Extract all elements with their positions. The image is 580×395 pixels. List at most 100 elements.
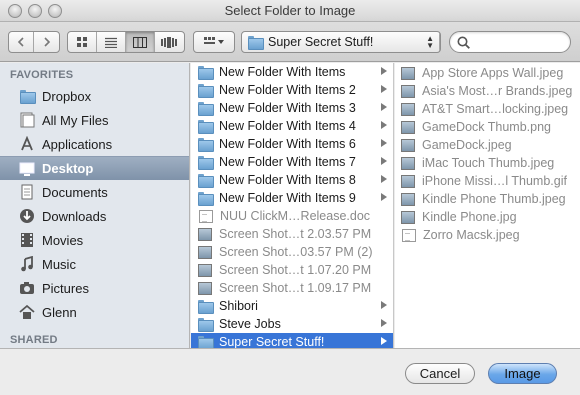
search-icon xyxy=(457,36,470,49)
sidebar-item-label: Glenn xyxy=(42,304,77,320)
coverflow-view-button[interactable] xyxy=(155,32,184,52)
file-name: New Folder With Items 6 xyxy=(219,137,356,151)
back-button[interactable] xyxy=(9,32,35,52)
disclosure-arrow-icon xyxy=(381,175,387,183)
select-folder-dialog: Select Folder to Image Super Secret Stuf… xyxy=(0,0,580,395)
sidebar-item-documents[interactable]: Documents xyxy=(0,180,189,204)
arrange-menu-button[interactable] xyxy=(193,31,235,53)
back-forward-control xyxy=(8,31,60,53)
file-name: iPhone Missi…l Thumb.gif xyxy=(422,174,567,188)
icon-view-button[interactable] xyxy=(68,32,97,52)
window-title: Select Folder to Image xyxy=(224,3,356,18)
file-name: AT&T Smart…locking.jpeg xyxy=(422,102,569,116)
image-file-icon xyxy=(198,245,212,259)
file-name: Super Secret Stuff! xyxy=(219,335,325,348)
image-file-icon xyxy=(401,210,415,224)
file-row: NUU ClickM…Release.doc xyxy=(191,207,393,225)
sidebar-item-downloads[interactable]: Downloads xyxy=(0,204,189,228)
sidebar-item-label: All My Files xyxy=(42,112,109,128)
path-popup[interactable]: Super Secret Stuff! ▲ ▼ xyxy=(241,31,441,53)
icon-view-icon xyxy=(77,37,87,47)
file-name: App Store Apps Wall.jpeg xyxy=(422,66,564,80)
downloads-icon xyxy=(18,207,36,225)
file-row[interactable]: New Folder With Items 8 xyxy=(191,171,393,189)
folder-icon xyxy=(198,335,214,348)
pictures-icon xyxy=(18,279,36,297)
arrange-grid-icon xyxy=(204,37,224,44)
image-button[interactable]: Image xyxy=(488,363,557,384)
list-view-icon xyxy=(105,37,117,48)
disclosure-arrow-icon xyxy=(381,157,387,165)
file-name: New Folder With Items 3 xyxy=(219,101,356,115)
file-name: New Folder With Items 4 xyxy=(219,119,356,133)
file-name: GameDock Thumb.png xyxy=(422,120,551,134)
search-field[interactable] xyxy=(449,31,571,53)
disclosure-arrow-icon xyxy=(381,103,387,111)
file-name: New Folder With Items xyxy=(219,65,346,79)
updown-chevron-icon: ▲ ▼ xyxy=(426,34,434,50)
file-row: iPhone Missi…l Thumb.gif xyxy=(395,172,580,190)
sidebar-item-applications[interactable]: Applications xyxy=(0,132,189,156)
file-row: Zorro Macsk.jpeg xyxy=(395,226,580,244)
column-view-icon xyxy=(133,36,147,48)
file-name: New Folder With Items 7 xyxy=(219,155,356,169)
file-name: iMac Touch Thumb.jpeg xyxy=(422,156,555,170)
image-file-icon xyxy=(198,263,212,277)
folder-icon xyxy=(198,299,214,314)
title-bar: Select Folder to Image xyxy=(0,0,580,22)
desktop-icon xyxy=(18,160,36,178)
file-row[interactable]: New Folder With Items xyxy=(191,63,393,81)
file-row: GameDock.jpeg xyxy=(395,136,580,154)
sidebar-item-all-my-files[interactable]: All My Files xyxy=(0,108,189,132)
sidebar-item-music[interactable]: Music xyxy=(0,252,189,276)
file-name: Screen Shot…t 2.03.57 PM xyxy=(219,227,372,241)
file-name: Shibori xyxy=(219,299,258,313)
file-row[interactable]: New Folder With Items 9 xyxy=(191,189,393,207)
file-row: AT&T Smart…locking.jpeg xyxy=(395,100,580,118)
folder-icon xyxy=(198,191,214,206)
sidebar-item-dropbox[interactable]: Dropbox xyxy=(0,84,189,108)
shared-header: SHARED xyxy=(10,334,58,346)
sidebar-item-label: Documents xyxy=(42,184,108,200)
all-files-icon xyxy=(18,111,36,129)
file-row: App Store Apps Wall.jpeg xyxy=(395,64,580,82)
column-view-button[interactable] xyxy=(126,32,155,52)
image-file-icon xyxy=(198,227,212,241)
file-row: Screen Shot…t 1.09.17 PM xyxy=(191,279,393,297)
home-icon xyxy=(18,303,36,321)
cancel-button[interactable]: Cancel xyxy=(405,363,475,384)
disclosure-arrow-icon xyxy=(381,85,387,93)
sidebar-item-glenn[interactable]: Glenn xyxy=(0,300,189,324)
document-icon xyxy=(402,228,416,242)
folder-icon xyxy=(198,317,214,332)
disclosure-arrow-icon xyxy=(381,301,387,309)
file-row[interactable]: Shibori xyxy=(191,297,393,315)
image-file-icon xyxy=(401,192,415,206)
sidebar-item-pictures[interactable]: Pictures xyxy=(0,276,189,300)
image-file-icon xyxy=(401,120,415,134)
back-arrow-icon xyxy=(17,37,24,47)
image-file-icon xyxy=(401,84,415,98)
file-row: Screen Shot…03.57 PM (2) xyxy=(191,243,393,261)
toolbar: Super Secret Stuff! ▲ ▼ xyxy=(0,22,580,62)
list-view-button[interactable] xyxy=(97,32,126,52)
view-mode-control xyxy=(67,31,185,53)
forward-button[interactable] xyxy=(34,32,59,52)
file-row-selected[interactable]: Super Secret Stuff! xyxy=(191,333,393,348)
file-name: Screen Shot…03.57 PM (2) xyxy=(219,245,373,259)
file-row[interactable]: New Folder With Items 3 xyxy=(191,99,393,117)
disclosure-arrow-icon xyxy=(381,67,387,75)
disclosure-arrow-icon xyxy=(381,139,387,147)
file-row[interactable]: New Folder With Items 4 xyxy=(191,117,393,135)
image-file-icon xyxy=(401,156,415,170)
sidebar-item-label: Desktop xyxy=(42,161,94,176)
file-name: Steve Jobs xyxy=(219,317,281,331)
sidebar-item-movies[interactable]: Movies xyxy=(0,228,189,252)
file-row[interactable]: New Folder With Items 6 xyxy=(191,135,393,153)
file-row[interactable]: New Folder With Items 2 xyxy=(191,81,393,99)
disclosure-arrow-icon xyxy=(381,319,387,327)
file-row[interactable]: New Folder With Items 7 xyxy=(191,153,393,171)
sidebar-item-desktop[interactable]: Desktop xyxy=(0,156,189,180)
sidebar-item-label: Movies xyxy=(42,232,84,248)
file-row[interactable]: Steve Jobs xyxy=(191,315,393,333)
